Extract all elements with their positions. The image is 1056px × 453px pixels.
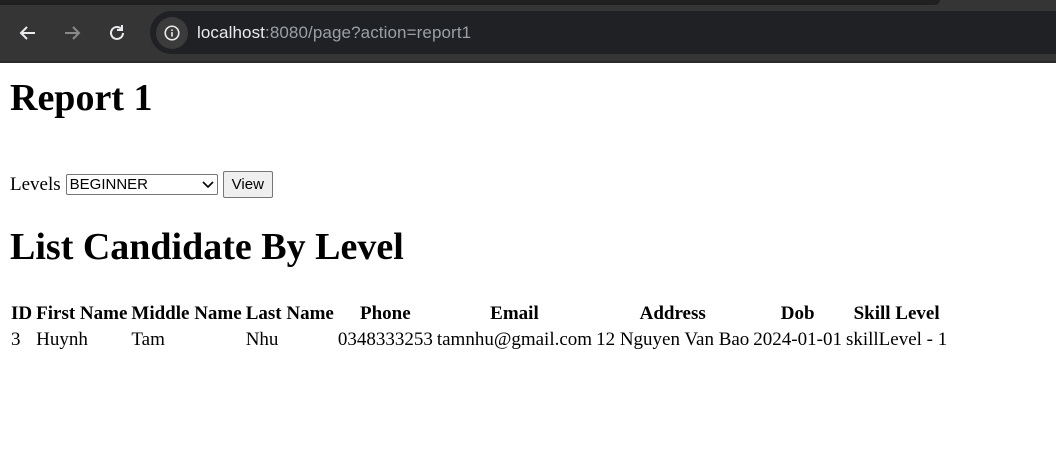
cell-email: tamnhu@gmail.com	[436, 329, 593, 350]
chevron-down-icon	[202, 180, 214, 188]
address-bar[interactable]: localhost:8080/page?action=report1	[150, 11, 1056, 54]
cell-last-name: Nhu	[245, 329, 279, 350]
header-middle-name: Middle Name	[131, 303, 242, 324]
cell-id: 3	[11, 329, 21, 350]
back-button[interactable]	[13, 18, 43, 48]
levels-label: Levels	[10, 173, 61, 195]
cell-dob: 2024-01-01	[753, 329, 842, 350]
page-title: Report 1	[10, 77, 153, 119]
tab-strip	[0, 0, 940, 5]
info-icon	[164, 24, 180, 41]
cell-phone: 0348333253	[337, 329, 433, 350]
browser-toolbar: localhost:8080/page?action=report1	[0, 0, 1056, 63]
url-path: :8080/page?action=report1	[265, 22, 472, 42]
table-header-row: ID First Name Middle Name Last Name Phon…	[10, 302, 948, 326]
site-info-button[interactable]	[156, 16, 188, 49]
header-dob: Dob	[780, 303, 815, 324]
cell-address: 12 Nguyen Van Bao	[596, 329, 750, 350]
header-id: ID	[11, 303, 33, 324]
url-text[interactable]: localhost:8080/page?action=report1	[197, 23, 471, 43]
forward-button[interactable]	[57, 18, 87, 48]
header-phone: Phone	[360, 303, 411, 324]
reload-icon	[110, 25, 124, 40]
levels-select[interactable]: BEGINNER	[65, 174, 218, 195]
forward-arrow-icon	[65, 26, 81, 40]
header-last-name: Last Name	[245, 303, 334, 324]
url-host: localhost	[197, 22, 265, 42]
cell-skill-level: skillLevel - 1	[845, 329, 948, 350]
candidates-table: ID First Name Middle Name Last Name Phon…	[8, 300, 950, 354]
levels-select-value: BEGINNER	[69, 176, 149, 193]
cell-middle-name: Tam	[131, 329, 165, 350]
header-address: Address	[639, 303, 706, 324]
header-skill-level: Skill Level	[853, 303, 940, 324]
level-filter-form: Levels BEGINNER View	[10, 171, 1046, 198]
reload-button[interactable]	[102, 18, 132, 48]
cell-first-name: Huynh	[36, 329, 88, 350]
table-row: 3 Huynh Tam Nhu 0348333253 tamnhu@gmail.…	[10, 328, 948, 352]
header-first-name: First Name	[36, 303, 128, 324]
header-email: Email	[490, 303, 539, 324]
list-title: List Candidate By Level	[10, 226, 404, 268]
view-button[interactable]: View	[222, 171, 273, 198]
back-arrow-icon	[19, 26, 35, 40]
page-content: Report 1 Levels BEGINNER View List Candi…	[0, 76, 1056, 354]
